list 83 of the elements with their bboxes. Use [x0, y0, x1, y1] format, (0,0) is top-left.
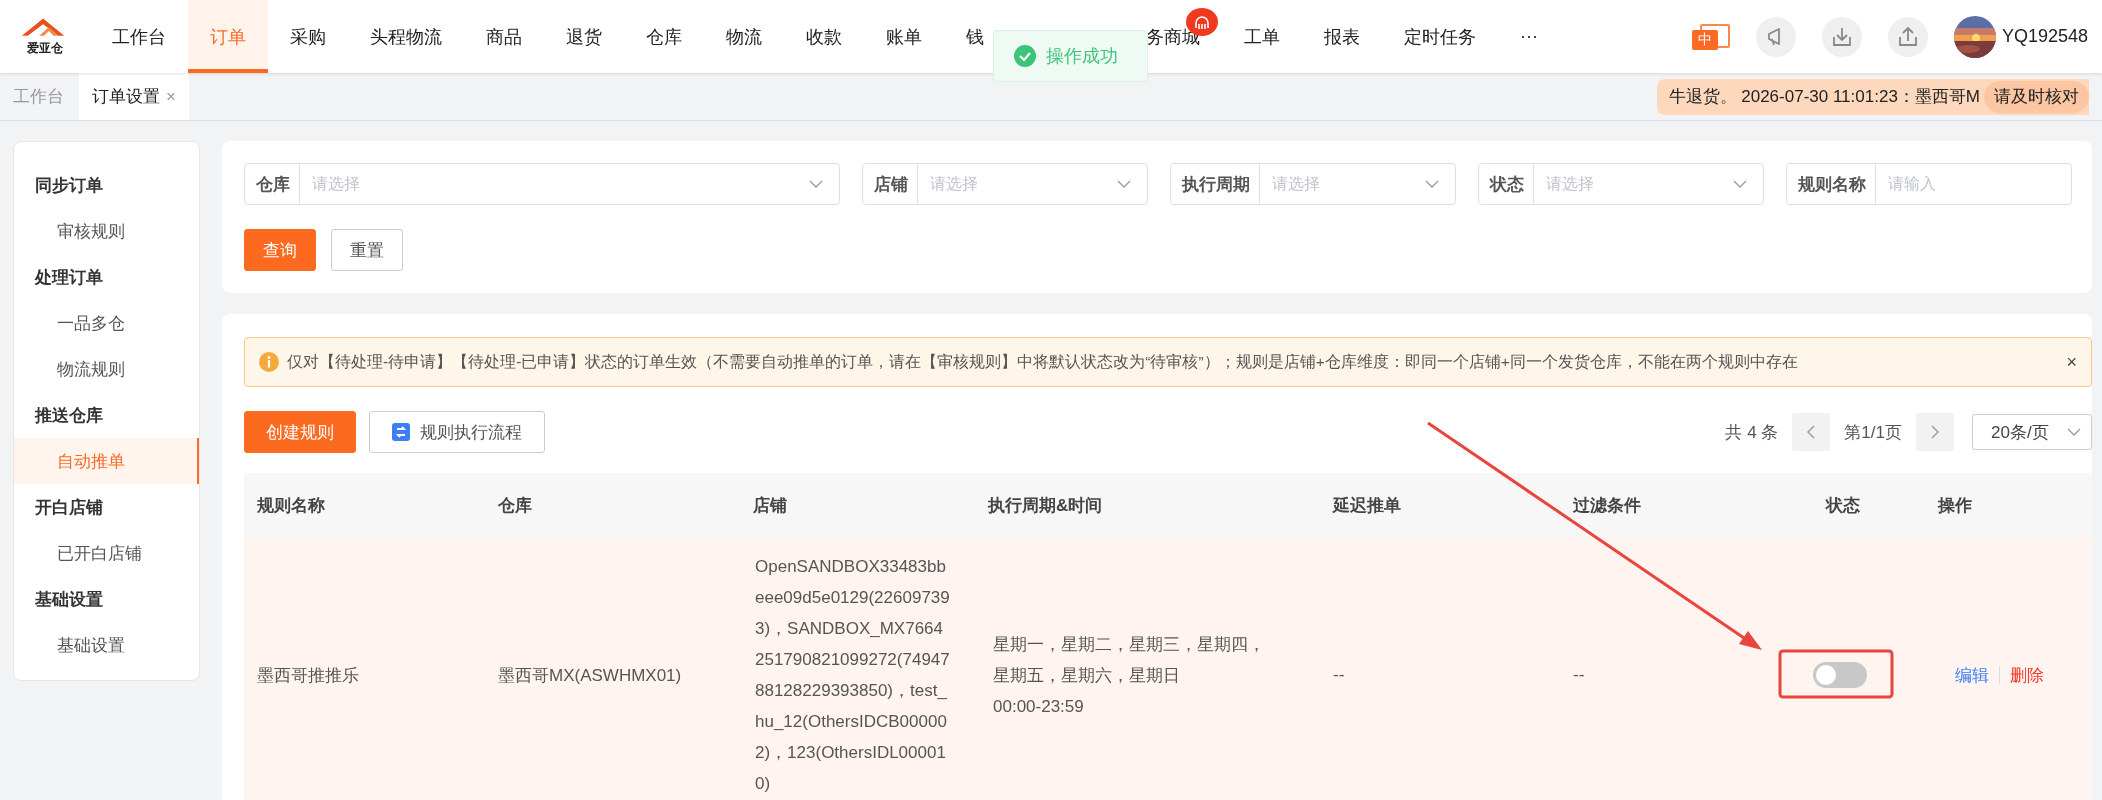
status-switch[interactable] [1812, 662, 1867, 688]
nav-item[interactable]: 工单 [1222, 0, 1302, 73]
sidebar-item[interactable]: 物流规则 [14, 346, 199, 392]
notice-text: 牛退货。 2026-07-30 11:01:23：墨西哥M [1668, 86, 1980, 108]
nav-item[interactable]: 仓库 [624, 0, 704, 73]
page-indicator: 第1/1页 [1844, 421, 1902, 444]
sidebar-group-title: 基础设置 [34, 588, 104, 611]
table-cell-text: 墨西哥推推乐 [256, 664, 360, 687]
sidebar-item[interactable]: 审核规则 [14, 208, 199, 254]
filter-input[interactable]: 请选择 [918, 175, 1117, 193]
column-header: 仓库 [497, 494, 533, 517]
column-header: 过滤条件 [1572, 494, 1642, 517]
action-link[interactable]: 编辑 [1955, 663, 1989, 687]
filter-field[interactable]: 仓库 请选择 [244, 163, 840, 205]
nav-item[interactable]: 退货 [544, 0, 624, 73]
nav-item[interactable]: 工作台 [90, 0, 188, 73]
alert-text: 仅对【待处理-待申请】【待处理-已申请】状态的订单生效（不需要自动推单的订单，请在【审核规则】中将默认状态改为“待审核”）；规则是店铺+仓库维度：即同一个店铺+同一个发货仓库，不能在两个规则中存在 [287, 351, 1798, 372]
column-header: 规则名称 [256, 494, 326, 517]
sidebar-group-title: 开白店铺 [34, 496, 104, 519]
schedule-time: 00:00-23:59 [993, 695, 1084, 718]
sidebar-item[interactable]: 基础设置 [14, 622, 199, 668]
flow-icon [392, 423, 410, 441]
filter-input[interactable]: 请选择 [1260, 175, 1425, 193]
nav-item[interactable]: 报表 [1302, 0, 1382, 73]
close-button[interactable]: × [2066, 351, 2077, 373]
total-count: 共 4 条 [1725, 421, 1779, 444]
nav-item[interactable]: 采购 [268, 0, 348, 73]
chevron-right-icon [1931, 425, 1939, 439]
schedule-days: 星期一，星期二，星期三，星期四，星期五，星期六，星期日 [993, 628, 1280, 691]
info-icon [259, 352, 279, 372]
chevron-down-icon [809, 180, 823, 188]
action-link[interactable]: 删除 [2010, 663, 2044, 687]
filter-input[interactable]: 请选择 [1534, 175, 1733, 193]
filter-field[interactable]: 店铺 请选择 [862, 163, 1148, 205]
column-header: 执行周期&时间 [986, 494, 1104, 517]
filter-input[interactable]: 请选择 [300, 175, 809, 193]
rule-flow-button[interactable]: 规则执行流程 [369, 411, 545, 453]
filter-label: 状态 [1479, 164, 1534, 204]
check-icon [1014, 45, 1036, 67]
filter-field[interactable]: 状态 请选择 [1478, 163, 1764, 205]
filter-field[interactable]: 规则名称 请输入 [1786, 163, 2072, 205]
filter-label: 规则名称 [1787, 164, 1876, 204]
chevron-down-icon [1733, 180, 1747, 188]
table-cell-text: -- [1572, 664, 1586, 686]
nav-item[interactable]: 收款 [784, 0, 864, 73]
column-header: 操作 [1936, 494, 1973, 517]
column-header: 店铺 [752, 494, 788, 517]
username[interactable]: YQ192548 [2001, 26, 2088, 47]
sidebar-group-title: 处理订单 [33, 266, 104, 289]
check-reminder-button[interactable]: 请及时核对 [1984, 80, 2089, 113]
nav-item[interactable]: 定时任务 [1382, 0, 1498, 73]
nav-item[interactable]: ··· [1498, 0, 1560, 73]
sidebar-item[interactable]: 已开白店铺 [14, 530, 199, 576]
filter-field[interactable]: 执行周期 请选择 [1170, 163, 1456, 205]
table-cell-text: 墨西哥MX(ASWHMX01) [497, 664, 683, 687]
chevron-left-icon [1807, 425, 1816, 439]
chevron-down-icon [1117, 180, 1131, 188]
previous-page-button[interactable] [1792, 413, 1831, 451]
megaphone-icon[interactable] [1755, 16, 1796, 57]
column-header: 延迟推单 [1331, 494, 1402, 517]
logo-text: 爱亚仓 [27, 40, 63, 57]
nav-item[interactable]: 账单 [864, 0, 944, 73]
table-cell-text: OpenSANDBOX33483bbeee09d5e0129(226097393)，SANDBOX_MX7664251790821099272(7494788128229393850)，test_hu_12(OthersIDCB000002)，123(OthersIDL000010) [754, 556, 951, 795]
filter-input[interactable]: 请输入 [1876, 175, 2071, 193]
toast-message: 操作成功 [1046, 45, 1118, 68]
sidebar-group-title: 推送仓库 [33, 404, 104, 427]
table-cell-text: -- [1332, 664, 1346, 686]
reset-button[interactable]: 重置 [331, 229, 403, 271]
sidebar-group-title: 同步订单 [34, 174, 104, 197]
nav-item[interactable]: 物流 [704, 0, 784, 73]
filter-label: 店铺 [863, 164, 918, 204]
page-size-select[interactable]: 20条/页 [1972, 414, 2092, 450]
nav-item[interactable]: 头程物流 [348, 0, 464, 73]
page-tab[interactable]: 订单设置 × [79, 73, 189, 120]
upload-icon[interactable] [1887, 16, 1928, 57]
filter-label: 执行周期 [1171, 164, 1260, 204]
filter-label: 仓库 [245, 164, 300, 204]
download-icon[interactable] [1821, 16, 1862, 57]
column-header: 状态 [1824, 494, 1861, 517]
chevron-down-icon [2067, 428, 2081, 436]
sidebar-item[interactable]: 一品多仓 [14, 300, 199, 346]
nav-item[interactable]: 商品 [464, 0, 544, 73]
chevron-down-icon [1425, 180, 1439, 188]
